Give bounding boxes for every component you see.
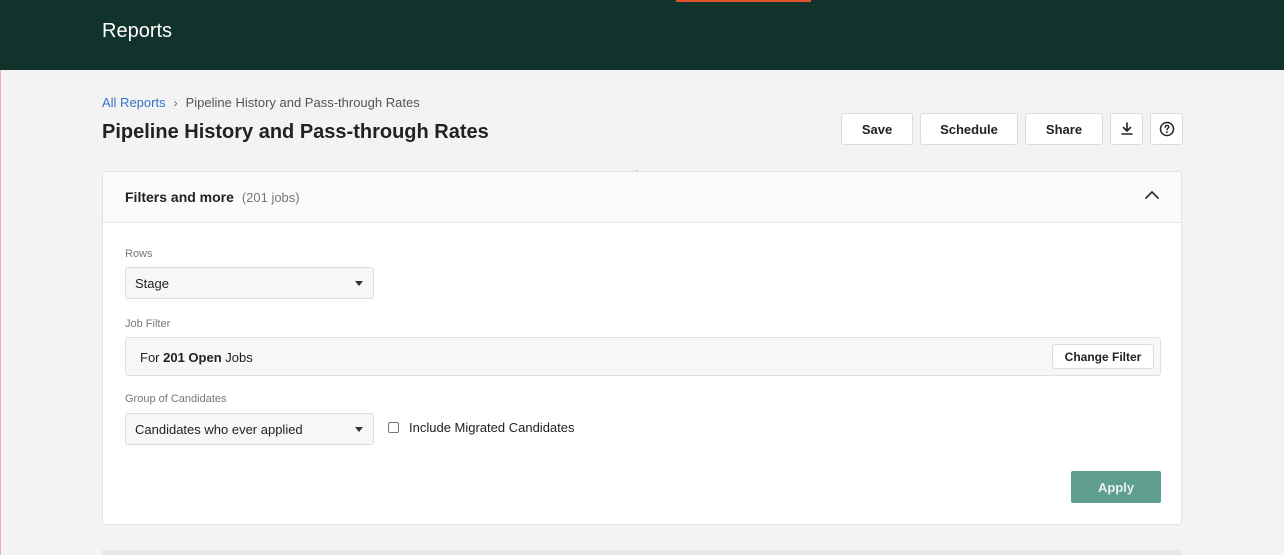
share-button[interactable]: Share	[1025, 113, 1103, 145]
caret-down-icon	[355, 427, 363, 432]
left-edge-border	[0, 70, 1, 555]
filters-panel: Filters and more (201 jobs) Rows Stage J…	[102, 171, 1182, 525]
filters-title-text: Filters and more	[125, 189, 234, 205]
download-button[interactable]	[1110, 113, 1143, 145]
breadcrumb-current: Pipeline History and Pass-through Rates	[185, 95, 420, 110]
job-filter-count: 201 Open	[163, 350, 222, 365]
include-migrated-row: Include Migrated Candidates	[388, 420, 575, 435]
group-of-candidates-select[interactable]: Candidates who ever applied	[125, 413, 374, 445]
filters-title: Filters and more (201 jobs)	[125, 189, 300, 205]
next-section-edge	[102, 550, 1182, 555]
group-select-value: Candidates who ever applied	[135, 421, 303, 437]
change-filter-button[interactable]: Change Filter	[1052, 344, 1154, 369]
filters-job-count: (201 jobs)	[241, 190, 300, 205]
save-button[interactable]: Save	[841, 113, 913, 145]
chevron-right-icon: ›	[173, 95, 178, 110]
top-bar: Reports	[0, 0, 1284, 70]
group-of-candidates-label: Group of Candidates	[125, 393, 227, 405]
job-filter-prefix: For	[140, 350, 164, 365]
page-title: Pipeline History and Pass-through Rates	[102, 121, 489, 143]
rows-label: Rows	[125, 248, 153, 260]
include-migrated-label[interactable]: Include Migrated Candidates	[409, 420, 575, 435]
breadcrumb: All Reports › Pipeline History and Pass-…	[102, 95, 420, 110]
job-filter-summary: For 201 Open Jobs	[140, 350, 253, 365]
job-filter-label: Job Filter	[125, 318, 171, 330]
apply-button[interactable]: Apply	[1071, 471, 1161, 503]
download-icon	[1120, 122, 1133, 135]
filters-panel-header[interactable]: Filters and more (201 jobs)	[103, 172, 1181, 223]
rows-select-value: Stage	[135, 275, 169, 291]
breadcrumb-all-reports-link[interactable]: All Reports	[102, 95, 166, 110]
job-filter-box: For 201 Open Jobs Change Filter	[125, 337, 1161, 376]
job-filter-suffix: Jobs	[221, 350, 253, 365]
chevron-up-icon[interactable]	[1143, 186, 1161, 204]
rows-select[interactable]: Stage	[125, 267, 374, 299]
caret-down-icon	[355, 281, 363, 286]
help-icon	[1159, 121, 1174, 137]
include-migrated-checkbox[interactable]	[388, 422, 399, 433]
help-button[interactable]	[1150, 113, 1183, 145]
schedule-button[interactable]: Schedule	[920, 113, 1018, 145]
app-title: Reports	[102, 20, 173, 42]
top-accent-bar	[676, 0, 811, 2]
